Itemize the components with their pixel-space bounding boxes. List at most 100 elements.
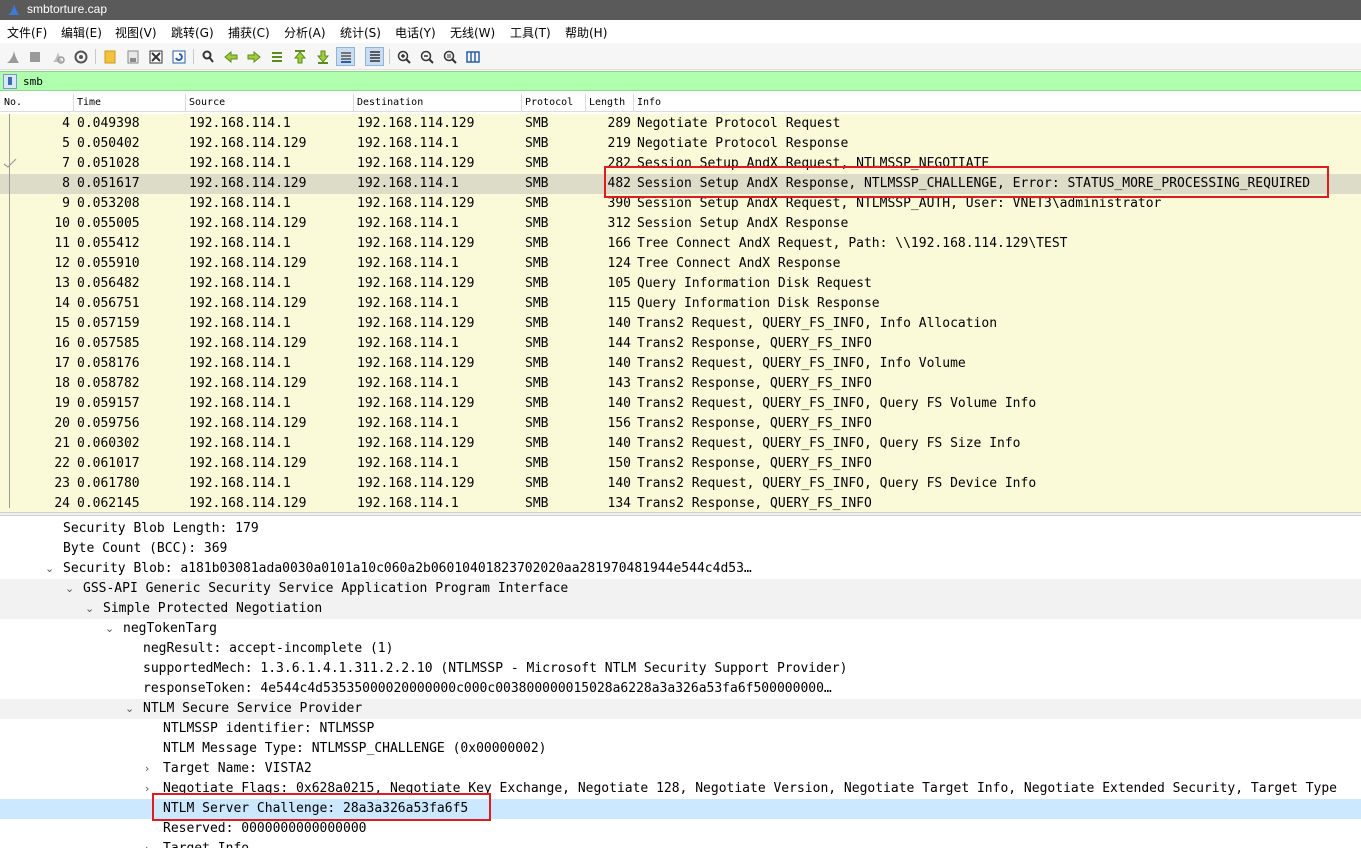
packet-row[interactable]: 15 0.057159 192.168.114.1 192.168.114.129 SM… xyxy=(0,314,1361,334)
collapsed-chevron-icon[interactable]: › xyxy=(145,842,149,848)
detail-tree-item[interactable]: › Negotiate Flags: 0x628a0215, Negotiate … xyxy=(0,779,1361,799)
expanded-chevron-icon[interactable]: ⌄ xyxy=(65,582,74,595)
detail-tree-item[interactable]: › Target Name: VISTA2 xyxy=(0,759,1361,779)
zoom-out-icon[interactable] xyxy=(417,47,436,66)
go-to-packet-icon[interactable] xyxy=(267,47,286,66)
menu-analyze[interactable]: 分析(A) xyxy=(284,24,326,41)
column-header-info[interactable]: Info xyxy=(637,97,661,108)
packet-row[interactable]: 22 0.061017 192.168.114.129 192.168.114.1 SM… xyxy=(0,454,1361,474)
menu-wireless[interactable]: 无线(W) xyxy=(450,24,495,41)
detail-tree-item[interactable]: ⌄ NTLM Secure Service Provider xyxy=(0,699,1361,719)
menu-go[interactable]: 跳转(G) xyxy=(171,24,214,41)
packet-row[interactable]: 21 0.060302 192.168.114.1 192.168.114.129 SM… xyxy=(0,434,1361,454)
menu-capture[interactable]: 捕获(C) xyxy=(228,24,270,41)
detail-tree-item[interactable]: › Target Info xyxy=(0,839,1361,848)
column-divider[interactable] xyxy=(521,94,522,112)
go-back-icon[interactable] xyxy=(221,47,240,66)
last-packet-icon[interactable] xyxy=(313,47,332,66)
packet-row[interactable]: 7 0.051028 192.168.114.1 192.168.114.129 SMB… xyxy=(0,154,1361,174)
expanded-chevron-icon[interactable]: ⌄ xyxy=(45,562,54,575)
packet-row[interactable]: 11 0.055412 192.168.114.1 192.168.114.129 SM… xyxy=(0,234,1361,254)
packet-row[interactable]: 18 0.058782 192.168.114.129 192.168.114.1 SM… xyxy=(0,374,1361,394)
expanded-chevron-icon[interactable]: ⌄ xyxy=(125,702,134,715)
packet-row[interactable]: 12 0.055910 192.168.114.129 192.168.114.1 SM… xyxy=(0,254,1361,274)
packet-row[interactable]: 24 0.062145 192.168.114.129 192.168.114.1 SM… xyxy=(0,494,1361,514)
shark-fin-start-icon[interactable] xyxy=(3,47,22,66)
packet-row[interactable]: 9 0.053208 192.168.114.1 192.168.114.129 SMB… xyxy=(0,194,1361,214)
expanded-chevron-icon[interactable]: ⌄ xyxy=(105,622,114,635)
detail-tree-item[interactable]: ⌄ Security Blob: a181b03081ada0030a0101a1… xyxy=(0,559,1361,579)
detail-tree-item[interactable]: negResult: accept-incomplete (1) xyxy=(0,639,1361,659)
detail-tree-item[interactable]: supportedMech: 1.3.6.1.4.1.311.2.2.10 (N… xyxy=(0,659,1361,679)
reload-icon[interactable] xyxy=(169,47,188,66)
packet-row[interactable]: 16 0.057585 192.168.114.129 192.168.114.1 SM… xyxy=(0,334,1361,354)
detail-tree-item[interactable]: NTLM Server Challenge: 28a3a326a53fa6f5 xyxy=(0,799,1361,819)
detail-tree-item[interactable]: ⌄ Simple Protected Negotiation xyxy=(0,599,1361,619)
detail-tree-item[interactable]: NTLMSSP identifier: NTLMSSP xyxy=(0,719,1361,739)
column-divider[interactable] xyxy=(73,94,74,112)
normal-size-icon[interactable] xyxy=(440,47,459,66)
packet-row[interactable]: 8 0.051617 192.168.114.129 192.168.114.1 SMB… xyxy=(0,174,1361,194)
detail-tree-item[interactable]: Reserved: 0000000000000000 xyxy=(0,819,1361,839)
menu-edit[interactable]: 编辑(E) xyxy=(61,24,102,41)
packet-time: 0.051028 xyxy=(77,156,140,171)
menu-tools[interactable]: 工具(T) xyxy=(510,24,551,41)
collapsed-chevron-icon[interactable]: › xyxy=(145,762,149,775)
detail-tree-item[interactable]: Byte Count (BCC): 369 xyxy=(0,539,1361,559)
column-header-time[interactable]: Time xyxy=(77,97,101,108)
column-header-source[interactable]: Source xyxy=(189,97,225,108)
pane-splitter[interactable] xyxy=(0,512,1361,516)
display-filter-input[interactable] xyxy=(23,75,1323,88)
column-header-no[interactable]: No. xyxy=(4,97,22,108)
go-forward-icon[interactable] xyxy=(244,47,263,66)
packet-row[interactable]: 23 0.061780 192.168.114.1 192.168.114.129 SM… xyxy=(0,474,1361,494)
column-divider[interactable] xyxy=(353,94,354,112)
detail-tree-item[interactable]: ⌄ negTokenTarg xyxy=(0,619,1361,639)
find-icon[interactable] xyxy=(198,47,217,66)
menu-view[interactable]: 视图(V) xyxy=(115,24,157,41)
packet-source: 192.168.114.1 xyxy=(189,476,291,491)
detail-tree-item[interactable]: Security Blob Length: 179 xyxy=(0,519,1361,539)
column-divider[interactable] xyxy=(185,94,186,112)
colorize-icon[interactable] xyxy=(365,47,384,66)
column-divider[interactable] xyxy=(633,94,634,112)
menu-file[interactable]: 文件(F) xyxy=(7,24,47,41)
packet-row[interactable]: 10 0.055005 192.168.114.129 192.168.114.1 SM… xyxy=(0,214,1361,234)
packet-row[interactable]: 14 0.056751 192.168.114.129 192.168.114.1 SM… xyxy=(0,294,1361,314)
packet-destination: 192.168.114.129 xyxy=(357,156,475,171)
packet-protocol: SMB xyxy=(525,256,549,271)
packet-row[interactable]: 20 0.059756 192.168.114.129 192.168.114.1 SM… xyxy=(0,414,1361,434)
detail-tree-item[interactable]: responseToken: 4e544c4d53535000020000000… xyxy=(0,679,1361,699)
collapsed-chevron-icon[interactable]: › xyxy=(145,782,149,795)
column-header-destination[interactable]: Destination xyxy=(357,97,423,108)
packet-number: 21 xyxy=(54,436,70,451)
packet-row[interactable]: 5 0.050402 192.168.114.129 192.168.114.1 SMB… xyxy=(0,134,1361,154)
packet-row[interactable]: 19 0.059157 192.168.114.1 192.168.114.129 SM… xyxy=(0,394,1361,414)
filter-bookmark-icon[interactable] xyxy=(3,74,17,89)
packet-protocol: SMB xyxy=(525,396,549,411)
menu-statistics[interactable]: 统计(S) xyxy=(340,24,381,41)
packet-source: 192.168.114.129 xyxy=(189,256,307,271)
first-packet-icon[interactable] xyxy=(290,47,309,66)
packet-row[interactable]: 17 0.058176 192.168.114.1 192.168.114.129 SM… xyxy=(0,354,1361,374)
stop-icon[interactable] xyxy=(25,47,44,66)
menu-telephony[interactable]: 电话(Y) xyxy=(395,24,436,41)
column-header-protocol[interactable]: Protocol xyxy=(525,97,573,108)
restart-icon[interactable] xyxy=(48,47,67,66)
close-file-icon[interactable] xyxy=(146,47,165,66)
zoom-in-icon[interactable] xyxy=(394,47,413,66)
open-folder-icon[interactable] xyxy=(100,47,119,66)
save-file-icon[interactable] xyxy=(123,47,142,66)
column-header-length[interactable]: Length xyxy=(589,97,625,108)
detail-tree-label: supportedMech: 1.3.6.1.4.1.311.2.2.10 (N… xyxy=(143,661,848,676)
resize-columns-icon[interactable] xyxy=(463,47,482,66)
options-gear-icon[interactable] xyxy=(71,47,90,66)
auto-scroll-icon[interactable] xyxy=(336,47,355,66)
expanded-chevron-icon[interactable]: ⌄ xyxy=(85,602,94,615)
detail-tree-item[interactable]: NTLM Message Type: NTLMSSP_CHALLENGE (0x… xyxy=(0,739,1361,759)
packet-row[interactable]: 4 0.049398 192.168.114.1 192.168.114.129 SMB… xyxy=(0,114,1361,134)
packet-row[interactable]: 13 0.056482 192.168.114.1 192.168.114.129 SM… xyxy=(0,274,1361,294)
menu-help[interactable]: 帮助(H) xyxy=(565,24,607,41)
column-divider[interactable] xyxy=(585,94,586,112)
detail-tree-item[interactable]: ⌄ GSS-API Generic Security Service Applic… xyxy=(0,579,1361,599)
